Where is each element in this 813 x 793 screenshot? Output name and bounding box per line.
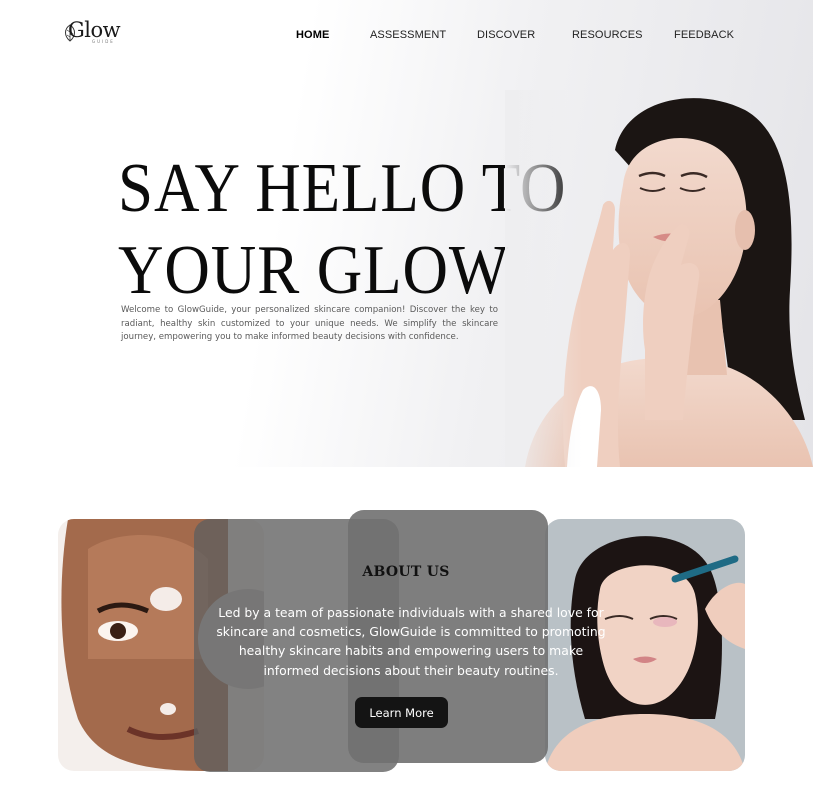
hero-title-line-1: SAY HELLO TO	[118, 150, 567, 227]
main-nav: HOME ASSESSMENT DISCOVER RESOURCES FEEDB…	[296, 29, 736, 45]
nav-feedback[interactable]: FEEDBACK	[674, 29, 734, 41]
brand-logo[interactable]: Glow GUIDE	[62, 18, 122, 46]
hero-description: Welcome to GlowGuide, your personalized …	[121, 305, 498, 342]
hero-title-line-2: YOUR GLOW	[118, 232, 510, 309]
nav-assessment[interactable]: ASSESSMENT	[370, 29, 446, 41]
logo-subtext: GUIDE	[92, 39, 115, 44]
nav-home[interactable]: HOME	[296, 29, 329, 41]
nav-discover[interactable]: DISCOVER	[477, 29, 535, 41]
about-text: Led by a team of passionate individuals …	[216, 605, 606, 678]
hero-title: SAY HELLO TO YOUR GLOW	[118, 148, 567, 312]
hero-model-image	[505, 90, 813, 467]
learn-more-button[interactable]: Learn More	[355, 697, 448, 728]
about-title: ABOUT US	[362, 564, 450, 580]
hero-section: Glow GUIDE HOME ASSESSMENT DISCOVER RESO…	[0, 0, 813, 467]
nav-resources[interactable]: RESOURCES	[572, 29, 643, 41]
